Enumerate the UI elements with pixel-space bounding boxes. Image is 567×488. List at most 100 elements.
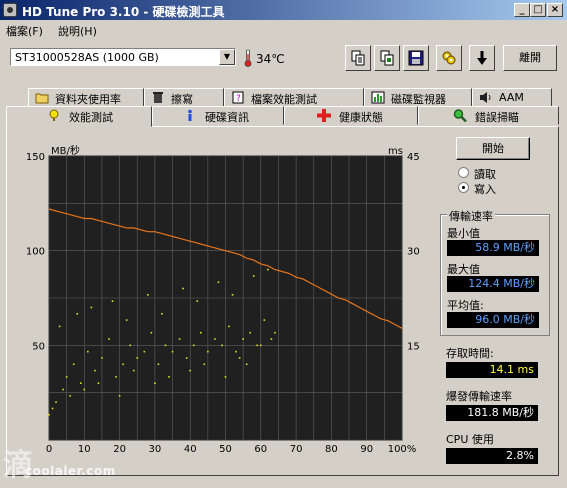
- start-button[interactable]: 開始: [456, 137, 530, 160]
- access-point: [182, 287, 184, 290]
- write-radio-label: 寫入: [474, 183, 496, 196]
- tab-file-benchmark[interactable]: ? 檔案效能測試: [224, 88, 364, 107]
- tab-aam[interactable]: AAM: [472, 88, 552, 107]
- tab-disk-info-label: 硬碟資訊: [205, 111, 249, 124]
- access-point: [69, 395, 71, 397]
- access-point: [178, 338, 181, 340]
- access-point: [256, 344, 259, 347]
- x-tick-label: 90: [360, 444, 373, 455]
- write-radio[interactable]: 寫入: [458, 181, 558, 196]
- tab-erase[interactable]: 擦寫: [144, 88, 224, 107]
- save-button[interactable]: [403, 45, 429, 71]
- access-point: [115, 376, 117, 378]
- access-point: [94, 369, 96, 372]
- exit-button[interactable]: 離開: [503, 45, 557, 71]
- access-point: [125, 319, 128, 321]
- access-point: [101, 357, 103, 359]
- title-bar: HD Tune Pro 3.10 - 硬碟檢測工具 _ □ ×: [0, 0, 567, 20]
- download-button[interactable]: [469, 45, 495, 71]
- max-value: 124.4 MB/秒: [447, 276, 539, 292]
- access-point: [199, 331, 202, 334]
- thermometer-icon: [244, 49, 252, 67]
- cpu-usage-label: CPU 使用: [446, 433, 494, 446]
- window-title: HD Tune Pro 3.10 - 硬碟檢測工具: [22, 5, 225, 19]
- access-point: [263, 319, 266, 321]
- copy-screen-button[interactable]: [374, 45, 400, 71]
- tab-disk-monitor[interactable]: 磁碟監視器: [364, 88, 472, 107]
- x-tick-label: 80: [325, 444, 338, 455]
- access-point: [143, 350, 146, 353]
- close-button[interactable]: ×: [547, 3, 563, 17]
- menu-bar: 檔案(F) 說明(H): [0, 20, 567, 39]
- cpu-usage-value: 2.8%: [446, 448, 538, 464]
- health-icon: [317, 109, 331, 122]
- access-point: [58, 325, 61, 328]
- access-point: [72, 363, 75, 366]
- y-left-tick-label: 100: [26, 247, 45, 258]
- disk-monitor-icon: [371, 91, 385, 104]
- tab-benchmark[interactable]: 效能測試: [6, 106, 152, 127]
- burst-rate-value: 181.8 MB/秒: [446, 405, 538, 421]
- access-point: [118, 395, 121, 397]
- access-point: [221, 344, 223, 347]
- copy-info-icon: [351, 50, 365, 66]
- access-point: [217, 281, 220, 284]
- speaker-icon: [480, 92, 491, 103]
- access-point: [203, 363, 206, 366]
- menu-help[interactable]: 說明(H): [54, 22, 101, 40]
- y-left-tick-label: 150: [26, 152, 45, 163]
- tab-error-scan-label: 錯誤掃瞄: [475, 111, 519, 124]
- tab-disk-info[interactable]: 硬碟資訊: [152, 106, 284, 125]
- x-tick-label: 40: [184, 444, 197, 455]
- menu-file[interactable]: 檔案(F): [2, 22, 47, 40]
- tab-file-benchmark-label: 檔案效能測試: [251, 93, 317, 106]
- access-point: [48, 413, 50, 416]
- access-point: [252, 275, 255, 277]
- access-point: [83, 388, 86, 391]
- file-test-icon: ?: [232, 91, 244, 104]
- access-point: [267, 268, 269, 271]
- access-point: [65, 376, 68, 378]
- copy-info-button[interactable]: [345, 45, 371, 71]
- write-radio-dot[interactable]: [458, 182, 469, 193]
- access-point: [270, 338, 273, 340]
- access-point: [154, 382, 156, 384]
- access-point: [129, 344, 131, 347]
- transfer-rate-title: 傳輸速率: [447, 208, 495, 224]
- access-point: [87, 350, 89, 353]
- tab-benchmark-label: 效能測試: [69, 111, 113, 124]
- access-point: [171, 350, 174, 353]
- read-radio-label: 讀取: [474, 168, 496, 181]
- minimize-button[interactable]: _: [514, 3, 530, 17]
- read-radio-dot[interactable]: [458, 167, 469, 178]
- maximize-button[interactable]: □: [530, 3, 546, 17]
- options-icon: [442, 51, 456, 65]
- tab-health[interactable]: 健康狀態: [284, 106, 418, 125]
- chevron-down-icon[interactable]: ▼: [219, 49, 235, 65]
- access-point: [207, 350, 209, 353]
- access-point: [242, 338, 244, 340]
- toolbar: ST31000528AS (1000 GB) ▼ 34℃ 離開: [0, 40, 567, 76]
- drive-select[interactable]: ST31000528AS (1000 GB) ▼: [10, 48, 236, 66]
- tab-folder-usage[interactable]: 資料夾使用率: [28, 88, 144, 107]
- access-point: [260, 344, 262, 347]
- access-point: [224, 376, 227, 378]
- read-radio[interactable]: 讀取: [458, 166, 558, 181]
- access-point: [51, 407, 54, 410]
- access-point: [161, 312, 163, 315]
- benchmark-chart-svg: MB/秒 ms150100504530150 10 20 30 40 50 60 70 80 90 1…: [26, 144, 420, 455]
- tab-folder-usage-label: 資料夾使用率: [55, 93, 121, 106]
- access-point: [90, 306, 93, 309]
- access-point: [111, 300, 114, 302]
- options-button[interactable]: [436, 45, 462, 71]
- save-icon: [408, 50, 424, 66]
- temperature-value: 34℃: [256, 52, 285, 66]
- trash-icon: [153, 92, 163, 103]
- burst-rate-label: 爆發傳輸速率: [446, 390, 512, 403]
- access-point: [238, 357, 241, 359]
- y-left-tick-label: 50: [32, 341, 45, 352]
- tab-error-scan[interactable]: 錯誤掃瞄: [418, 106, 559, 125]
- access-point: [249, 331, 252, 334]
- tab-row-bottom: 效能測試 硬碟資訊 健康狀態 錯誤掃瞄: [0, 106, 567, 127]
- access-point: [214, 338, 216, 340]
